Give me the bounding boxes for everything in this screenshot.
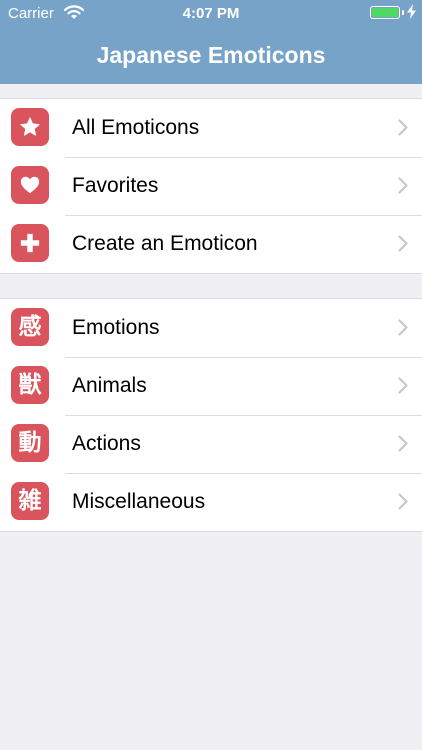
icon-glyph: 動 bbox=[18, 429, 42, 456]
heart-icon bbox=[11, 166, 49, 204]
menu-item-label: Favorites bbox=[72, 174, 159, 197]
plus-icon bbox=[11, 224, 49, 262]
menu-item-all-emoticons[interactable]: All Emoticons bbox=[0, 99, 422, 157]
kanji-animal-icon: 獣 bbox=[11, 366, 49, 404]
chevron-right-icon bbox=[398, 493, 408, 515]
menu-item-miscellaneous[interactable]: 雑 Miscellaneous bbox=[0, 473, 422, 531]
navigation-header: Carrier 4:07 PM Japanese Emoticons bbox=[0, 0, 422, 84]
kanji-misc-icon: 雑 bbox=[11, 482, 49, 520]
menu-item-animals[interactable]: 獣 Animals bbox=[0, 357, 422, 415]
icon-glyph: 雑 bbox=[18, 487, 42, 514]
battery-icon bbox=[370, 6, 400, 19]
kanji-emotion-icon: 感 bbox=[11, 308, 49, 346]
chevron-right-icon bbox=[398, 119, 408, 141]
icon-glyph: 感 bbox=[18, 313, 42, 340]
menu-item-label: Actions bbox=[72, 432, 141, 455]
kanji-action-icon: 動 bbox=[11, 424, 49, 462]
battery-tip bbox=[402, 10, 404, 15]
menu-item-label: Miscellaneous bbox=[72, 490, 206, 513]
menu-item-label: Emotions bbox=[72, 316, 160, 339]
chevron-right-icon bbox=[398, 377, 408, 399]
menu-section-main: All Emoticons Favorites Create an Emotic… bbox=[0, 98, 422, 274]
status-bar: Carrier 4:07 PM bbox=[0, 0, 422, 28]
page-title: Japanese Emoticons bbox=[96, 42, 326, 68]
battery-level-fill bbox=[372, 8, 398, 17]
chevron-right-icon bbox=[398, 235, 408, 257]
menu-item-actions[interactable]: 動 Actions bbox=[0, 415, 422, 473]
charging-bolt-icon bbox=[407, 4, 416, 23]
menu-item-favorites[interactable]: Favorites bbox=[0, 157, 422, 215]
menu-item-emotions[interactable]: 感 Emotions bbox=[0, 299, 422, 357]
chevron-right-icon bbox=[398, 435, 408, 457]
menu-section-categories: 感 Emotions 獣 Animals 動 Actions 雑 Miscell… bbox=[0, 298, 422, 532]
chevron-right-icon bbox=[398, 319, 408, 341]
menu-item-label: Animals bbox=[72, 374, 147, 397]
menu-item-create-emoticon[interactable]: Create an Emoticon bbox=[0, 215, 422, 273]
chevron-right-icon bbox=[398, 177, 408, 199]
icon-glyph: 獣 bbox=[18, 371, 42, 398]
menu-item-label: Create an Emoticon bbox=[72, 232, 258, 255]
status-time: 4:07 PM bbox=[182, 5, 240, 22]
menu-item-label: All Emoticons bbox=[72, 116, 200, 139]
star-icon bbox=[11, 108, 49, 146]
